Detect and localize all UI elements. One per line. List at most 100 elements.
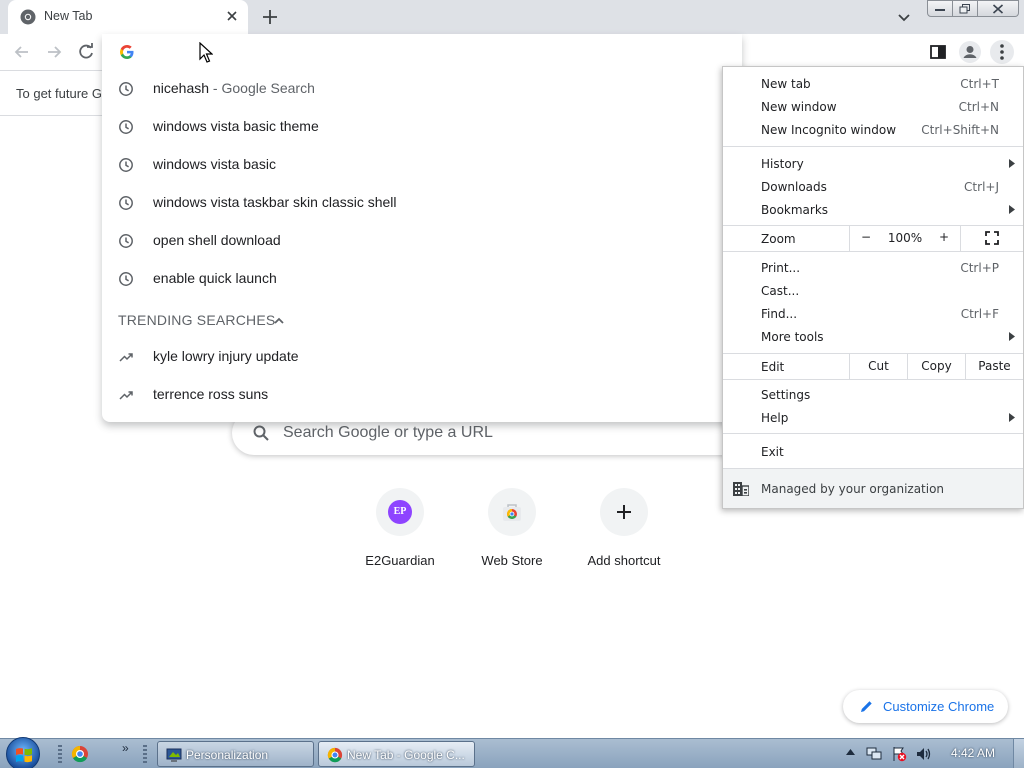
profile-button[interactable] [959, 41, 981, 63]
menu-item-downloads[interactable]: Downloads Ctrl+J [723, 175, 1023, 198]
history-icon [119, 82, 133, 96]
suggestion-text: terrence ross suns [153, 386, 269, 402]
menu-item-help[interactable]: Help [723, 406, 1023, 429]
menu-item-new-tab[interactable]: New tab Ctrl+T [723, 72, 1023, 95]
shortcut-tile: EP [376, 488, 424, 536]
menu-item-label: Find... [761, 307, 798, 321]
cut-button[interactable]: Cut [849, 354, 907, 379]
chrome-icon [327, 747, 343, 763]
menu-item-label: Downloads [761, 180, 827, 194]
menu-item-find[interactable]: Find... Ctrl+F [723, 302, 1023, 325]
taskbar: » Personalization New Tab - Google C... [0, 737, 1024, 768]
submenu-arrow-icon [1009, 205, 1015, 214]
building-icon [733, 482, 749, 496]
history-icon [119, 120, 133, 134]
menu-item-history[interactable]: History [723, 152, 1023, 175]
shortcut-e2guardian[interactable]: EP E2Guardian [344, 488, 456, 574]
volume-icon[interactable] [915, 746, 931, 762]
reload-icon[interactable] [76, 42, 96, 62]
history-icon [119, 196, 133, 210]
trending-suggestion[interactable]: terrence ross suns [102, 376, 742, 414]
omnibox-suggestion[interactable]: windows vista taskbar skin classic shell [102, 184, 742, 222]
forward-arrow-icon[interactable] [44, 42, 64, 62]
action-center-alert-icon[interactable] [891, 746, 907, 762]
paste-button[interactable]: Paste [965, 354, 1023, 379]
show-desktop-button[interactable] [1013, 739, 1024, 768]
zoom-in-button[interactable]: + [936, 230, 952, 244]
side-panel-icon[interactable] [928, 42, 948, 62]
managed-by-organization[interactable]: Managed by your organization [723, 469, 1023, 508]
taskbar-grip[interactable] [143, 745, 147, 763]
trending-suggestion[interactable]: kyle lowry injury update [102, 338, 742, 376]
minimize-icon [935, 8, 945, 11]
back-arrow-icon[interactable] [12, 42, 32, 62]
menu-item-shortcut: Ctrl+Shift+N [921, 123, 999, 137]
omnibox-suggestion[interactable]: nicehash - Google Search [102, 70, 742, 108]
network-icon[interactable] [866, 746, 882, 762]
menu-item-more-tools[interactable]: More tools [723, 325, 1023, 348]
suggestion-text: open shell download [153, 232, 281, 248]
menu-item-bookmarks[interactable]: Bookmarks [723, 198, 1023, 221]
minimize-button[interactable] [927, 0, 953, 17]
trending-searches-header: TRENDING SEARCHES [118, 312, 276, 328]
restore-icon [959, 3, 970, 13]
zoom-controls: − 100% + [849, 226, 961, 251]
menu-item-print[interactable]: Print... Ctrl+P [723, 256, 1023, 279]
shortcut-tile [600, 488, 648, 536]
submenu-arrow-icon [1009, 413, 1015, 422]
pencil-icon [861, 701, 872, 712]
suggestion-text: nicehash - Google Search [153, 80, 315, 96]
menu-item-settings[interactable]: Settings [723, 383, 1023, 406]
managed-label: Managed by your organization [761, 482, 945, 496]
chevron-up-icon[interactable] [272, 314, 286, 328]
taskbar-clock[interactable]: 4:42 AM [951, 746, 995, 760]
omnibox-suggestion[interactable]: open shell download [102, 222, 742, 260]
show-hidden-icons-icon[interactable] [846, 749, 855, 755]
menu-item-new-window[interactable]: New window Ctrl+N [723, 95, 1023, 118]
omnibox-suggestion[interactable]: windows vista basic [102, 146, 742, 184]
add-shortcut-button[interactable]: Add shortcut [568, 488, 680, 574]
shortcut-web-store[interactable]: Web Store [456, 488, 568, 574]
omnibox-input[interactable] [148, 40, 708, 64]
menu-item-shortcut: Ctrl+F [960, 307, 999, 321]
history-icon [119, 234, 133, 248]
start-button[interactable] [6, 737, 40, 768]
info-bar-text: To get future G [16, 86, 102, 101]
menu-item-label: New tab [761, 77, 811, 91]
customize-chrome-button[interactable]: Customize Chrome [843, 690, 1008, 723]
menu-zoom-row: Zoom − 100% + [723, 226, 1023, 251]
kebab-menu-icon [1000, 44, 1004, 60]
chrome-menu: New tab Ctrl+T New window Ctrl+N New Inc… [722, 66, 1024, 509]
zoom-out-button[interactable]: − [858, 230, 874, 244]
taskbar-item-new-tab-chrome[interactable]: New Tab - Google C... [318, 741, 475, 767]
shortcut-label: E2Guardian [365, 553, 435, 568]
taskbar-item-label: New Tab - Google C... [347, 748, 465, 762]
omnibox[interactable] [102, 34, 742, 70]
ntp-search-input[interactable] [283, 421, 723, 445]
fullscreen-icon[interactable] [985, 231, 999, 245]
close-window-button[interactable] [977, 0, 1019, 17]
chevron-down-icon[interactable] [895, 8, 913, 26]
taskbar-grip[interactable] [58, 745, 62, 763]
close-icon [992, 3, 1004, 14]
copy-button[interactable]: Copy [907, 354, 965, 379]
menu-item-label: History [761, 157, 804, 171]
menu-edit-row: Edit Cut Copy Paste [723, 354, 1023, 379]
menu-item-label: Bookmarks [761, 203, 829, 217]
quick-launch-more-button[interactable]: » [122, 741, 129, 755]
tab-new-tab[interactable]: New Tab [8, 0, 248, 34]
menu-item-new-incognito-window[interactable]: New Incognito window Ctrl+Shift+N [723, 118, 1023, 141]
chrome-menu-button[interactable] [990, 40, 1014, 64]
omnibox-suggestion[interactable]: enable quick launch [102, 260, 742, 298]
menu-item-cast[interactable]: Cast... [723, 279, 1023, 302]
submenu-arrow-icon [1009, 159, 1015, 168]
taskbar-item-personalization[interactable]: Personalization [157, 741, 314, 767]
close-icon[interactable] [224, 8, 240, 24]
new-tab-button[interactable] [259, 6, 281, 28]
omnibox-suggestion[interactable]: windows vista basic theme [102, 108, 742, 146]
restore-button[interactable] [952, 0, 978, 17]
chrome-icon[interactable] [71, 745, 89, 763]
menu-item-exit[interactable]: Exit [723, 440, 1023, 463]
windows-logo-icon [16, 748, 32, 763]
web-store-icon [503, 504, 521, 521]
